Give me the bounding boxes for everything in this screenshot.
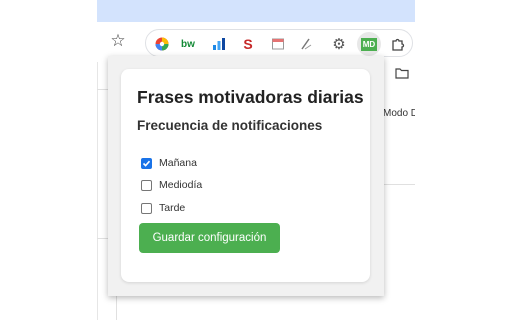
settings-card: Frases motivadoras diarias Frecuencia de… — [121, 69, 370, 282]
option-label: Mañana — [159, 157, 197, 169]
md-extension-icon[interactable]: MD — [357, 32, 381, 56]
pen-icon[interactable] — [296, 34, 316, 54]
checkbox-tarde[interactable] — [141, 202, 152, 214]
option-mediodia[interactable]: Mediodía — [141, 177, 202, 193]
puzzle-icon[interactable] — [388, 34, 408, 54]
gear-icon[interactable]: ⚙ — [329, 34, 349, 54]
browser-titlebar — [97, 0, 415, 22]
extensions-bar: bw S ⚙ MD — [145, 29, 413, 57]
page-border — [97, 62, 98, 320]
bw-icon-label: bw — [181, 38, 195, 50]
checkbox-manana[interactable] — [141, 157, 152, 169]
blue-chart-icon[interactable] — [209, 34, 229, 54]
popup-title: Frases motivadoras diarias — [137, 87, 364, 107]
folder-icon[interactable] — [395, 66, 409, 79]
star-icon[interactable]: ☆ — [108, 31, 128, 51]
option-label: Mediodía — [159, 179, 203, 191]
page-divider — [383, 184, 415, 185]
red-s-icon[interactable]: S — [238, 34, 258, 54]
option-label: Tarde — [159, 202, 186, 214]
extension-popup: Frases motivadoras diarias Frecuencia de… — [108, 56, 384, 296]
page-side-text: Modo D — [383, 108, 415, 119]
chrome-color-icon[interactable] — [152, 34, 172, 54]
red-s-icon-label: S — [243, 36, 253, 52]
frequency-heading: Frecuencia de notificaciones — [137, 118, 323, 133]
md-extension-label: MD — [360, 37, 378, 51]
option-manana[interactable]: Mañana — [141, 155, 197, 171]
gear-glyph: ⚙ — [332, 36, 346, 53]
bw-icon[interactable]: bw — [178, 34, 198, 54]
notepad-icon[interactable] — [268, 34, 288, 54]
save-settings-button[interactable]: Guardar configuración — [139, 223, 280, 253]
option-tarde[interactable]: Tarde — [141, 200, 185, 216]
checkbox-mediodia[interactable] — [141, 179, 152, 191]
page-divider — [116, 295, 117, 320]
